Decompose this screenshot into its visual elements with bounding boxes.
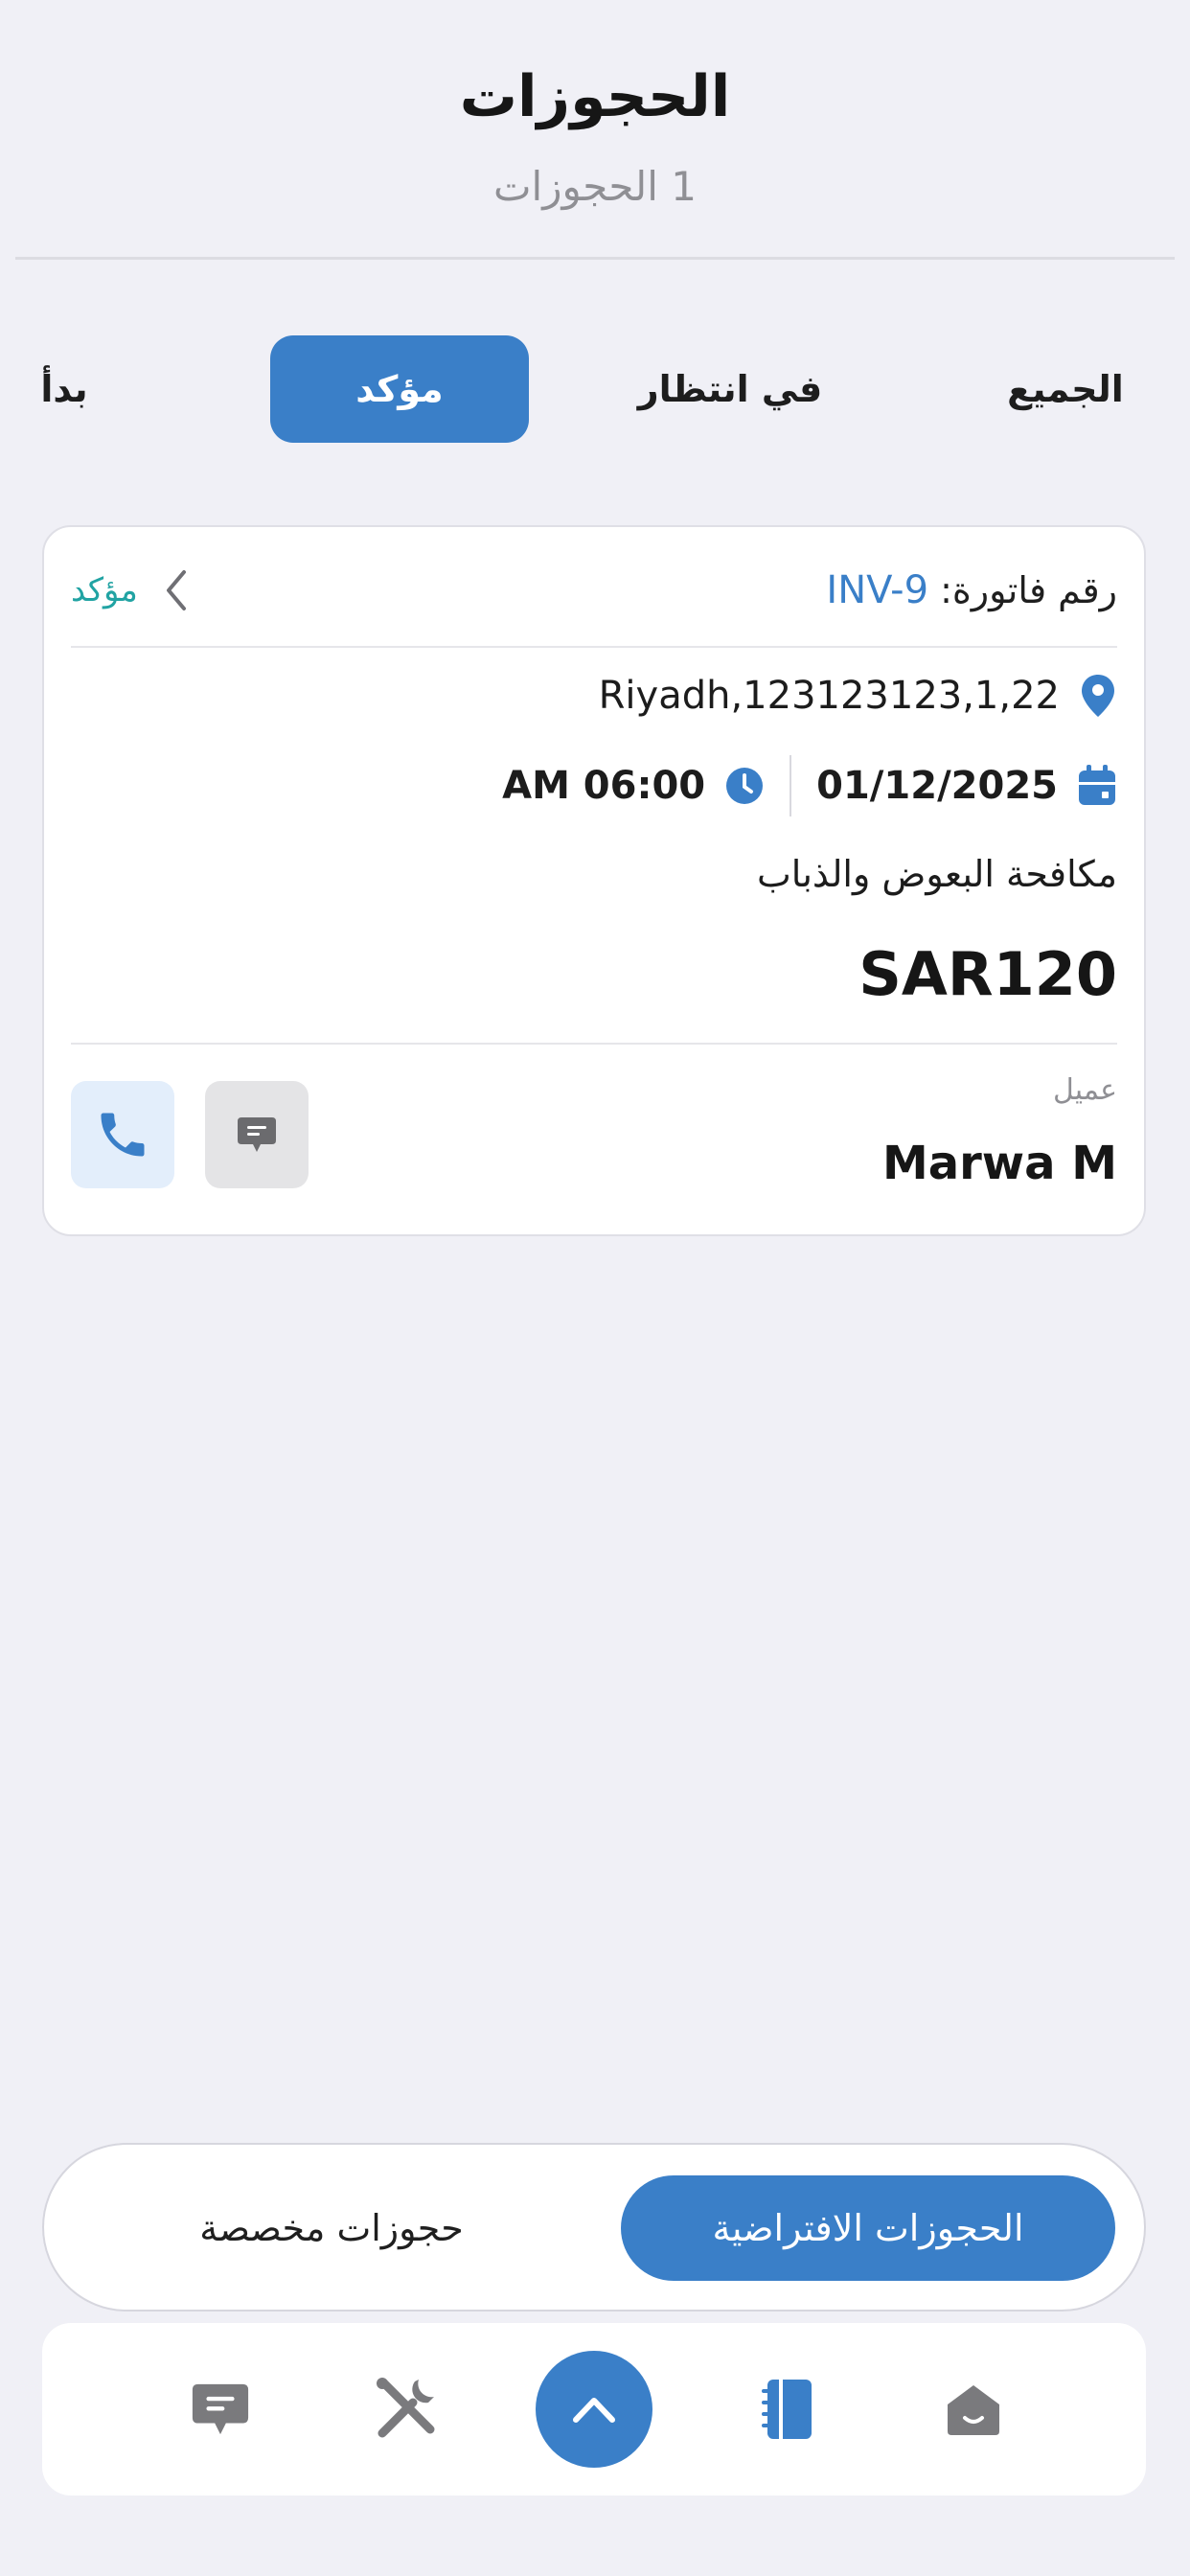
expand-fab[interactable]: [536, 2351, 652, 2468]
date-time-separator: [790, 755, 792, 816]
card-divider-bottom: [71, 1043, 1117, 1045]
header-divider: [15, 257, 1175, 260]
invoice-label-text: رقم فاتورة:: [928, 569, 1117, 611]
chat-icon: [192, 2383, 249, 2435]
booking-price: SAR120: [858, 939, 1117, 1009]
clock-icon: [724, 766, 765, 806]
page-header: الحجوزات 1 الحجوزات: [0, 0, 1190, 261]
invoice-row: رقم فاتورة: INV-9 مؤكد: [44, 562, 1144, 619]
page-title: الحجوزات: [459, 63, 731, 130]
service-name: مكافحة البعوض والذباب: [756, 853, 1117, 895]
tab-all[interactable]: الجميع: [979, 335, 1152, 443]
nav-home[interactable]: [906, 2323, 1041, 2496]
phone-icon: [101, 1113, 145, 1157]
datetime-row: 01/12/2025 AM 06:00: [502, 755, 1117, 816]
chat-button[interactable]: [205, 1081, 309, 1188]
booking-type-segment: الحجوزات الافتراضية حجوزات مخصصة: [42, 2143, 1146, 2312]
card-divider-top: [71, 646, 1117, 648]
tools-icon: [377, 2378, 435, 2438]
booking-date: 01/12/2025: [816, 764, 1058, 808]
filter-tabs: الجميع في انتظار مؤكد بدأ: [0, 335, 1190, 443]
nav-services[interactable]: [339, 2323, 473, 2496]
address-row: Riyadh,123123123,1,22: [599, 673, 1117, 719]
chevron-up-icon: [573, 2398, 615, 2423]
bottom-nav: [42, 2323, 1146, 2496]
notebook-icon: [762, 2380, 812, 2439]
bookings-count: 1 الحجوزات: [493, 163, 697, 210]
invoice-number: INV-9: [826, 568, 929, 612]
tab-started[interactable]: بدأ: [11, 335, 117, 443]
status-link[interactable]: مؤكد: [71, 562, 194, 619]
custom-bookings-tab[interactable]: حجوزات مخصصة: [73, 2175, 590, 2281]
customer-label: عميل: [1052, 1073, 1117, 1107]
chat-bubble-icon: [238, 1117, 276, 1152]
chevron-left-icon: [166, 570, 186, 610]
location-pin-icon: [1079, 673, 1117, 719]
address-text: Riyadh,123123123,1,22: [598, 674, 1060, 718]
booking-time: AM 06:00: [502, 764, 706, 808]
nav-bookings[interactable]: [721, 2323, 855, 2496]
invoice-label: رقم فاتورة: INV-9: [826, 562, 1117, 619]
nav-expand[interactable]: [527, 2323, 661, 2496]
tab-pending[interactable]: في انتظار: [615, 335, 845, 443]
default-bookings-tab[interactable]: الحجوزات الافتراضية: [621, 2175, 1115, 2281]
call-button[interactable]: [71, 1081, 174, 1188]
booking-card[interactable]: رقم فاتورة: INV-9 مؤكد Riyadh,123123123,…: [42, 525, 1146, 1236]
calendar-icon: [1077, 765, 1117, 807]
customer-name: Marwa M: [881, 1137, 1117, 1190]
tab-confirmed[interactable]: مؤكد: [270, 335, 529, 443]
status-badge: مؤكد: [71, 571, 138, 610]
home-icon: [948, 2385, 999, 2435]
nav-chat[interactable]: [153, 2323, 287, 2496]
